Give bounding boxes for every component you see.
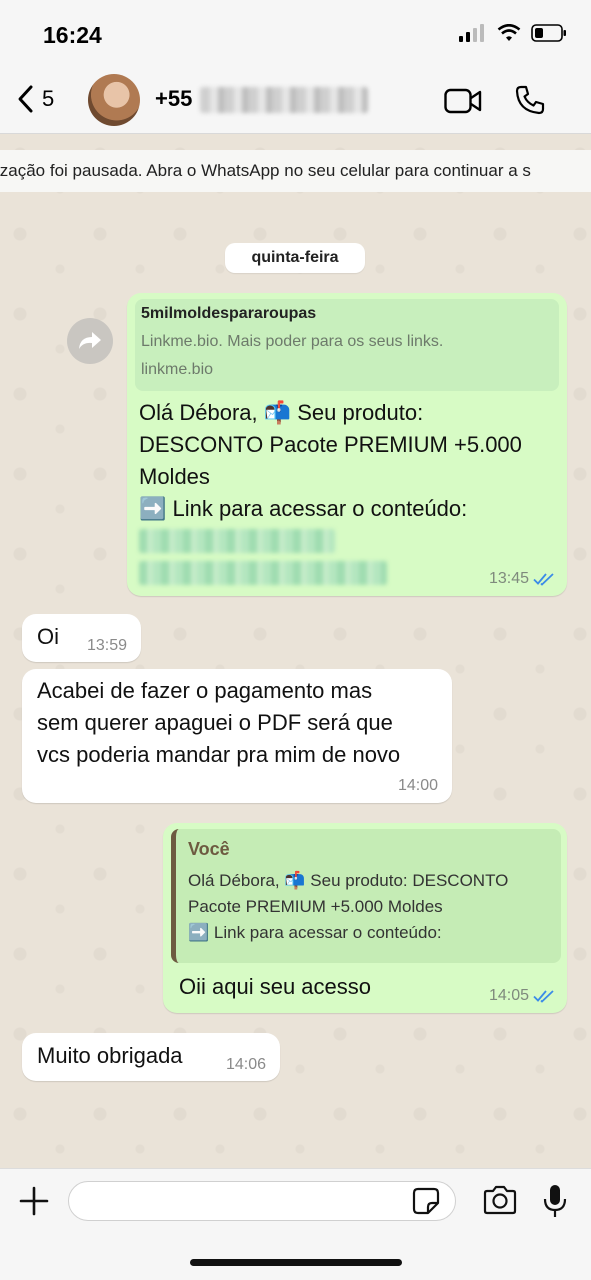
status-icons xyxy=(459,24,567,42)
message-outgoing-link[interactable]: 5milmoldespararoupas Linkme.bio. Mais po… xyxy=(127,293,567,596)
contact-name[interactable]: +55 xyxy=(155,86,192,112)
message-text: Olá Débora, 📬 Seu produto: DESCONTO Paco… xyxy=(139,397,522,525)
microphone-button[interactable] xyxy=(542,1183,568,1224)
camera-button[interactable] xyxy=(482,1185,518,1220)
plus-icon xyxy=(19,1186,49,1216)
back-button[interactable]: 5 xyxy=(16,84,54,114)
phone-icon xyxy=(515,85,545,115)
status-bar: 16:24 xyxy=(0,0,591,66)
double-check-icon xyxy=(533,573,554,586)
link-preview[interactable]: 5milmoldespararoupas Linkme.bio. Mais po… xyxy=(135,299,559,391)
attach-button[interactable] xyxy=(18,1185,50,1222)
sticker-icon xyxy=(412,1187,440,1215)
quote-text: Olá Débora, 📬 Seu produto: DESCONTO Paco… xyxy=(188,868,549,946)
quote-line: ➡️ Link para acessar o conteúdo: xyxy=(188,923,442,942)
link-preview-title: 5milmoldespararoupas xyxy=(141,305,317,322)
message-text: Oi xyxy=(37,624,59,649)
date-separator: quinta-feira xyxy=(225,243,365,273)
message-line: vcs poderia mandar pra mim de novo xyxy=(37,742,401,767)
message-line: Moldes xyxy=(139,464,210,489)
video-call-icon xyxy=(444,88,482,114)
message-incoming[interactable]: Muito obrigada 14:06 xyxy=(22,1033,280,1081)
redacted-link-line xyxy=(139,561,387,585)
chat-header: 5 +55 xyxy=(0,66,591,134)
camera-icon xyxy=(483,1185,517,1215)
message-time: 14:00 xyxy=(397,777,438,794)
message-time: 13:45 xyxy=(488,570,529,587)
quote-author: Você xyxy=(188,839,230,859)
home-indicator[interactable] xyxy=(190,1259,402,1266)
message-time: 14:06 xyxy=(225,1056,266,1073)
double-check-icon xyxy=(533,990,554,1003)
battery-icon xyxy=(531,24,566,42)
message-line: Olá Débora, 📬 Seu produto: xyxy=(139,400,424,425)
back-chevron-icon xyxy=(18,85,33,113)
message-text: Muito obrigada xyxy=(37,1043,183,1068)
sync-paused-text: ização foi pausada. Abra o WhatsApp no s… xyxy=(0,161,531,180)
message-line: sem querer apaguei o PDF será que xyxy=(37,710,393,735)
message-incoming[interactable]: Oi 13:59 xyxy=(22,614,141,662)
message-meta: 13:45 xyxy=(489,570,555,588)
video-call-button[interactable] xyxy=(444,88,482,119)
avatar[interactable] xyxy=(88,74,140,126)
forward-icon xyxy=(79,332,101,349)
status-time: 16:24 xyxy=(43,22,102,48)
unread-count: 5 xyxy=(42,86,55,111)
forward-button[interactable] xyxy=(67,318,113,364)
message-time: 14:05 xyxy=(488,987,529,1004)
quote-line: Olá Débora, 📬 Seu produto: DESCONTO xyxy=(188,871,509,890)
voice-call-button[interactable] xyxy=(514,84,546,121)
sticker-button[interactable] xyxy=(412,1187,440,1220)
sync-paused-banner: ização foi pausada. Abra o WhatsApp no s… xyxy=(0,150,591,192)
wifi-icon xyxy=(497,24,521,41)
message-text: Oii aqui seu acesso xyxy=(179,974,371,999)
microphone-icon xyxy=(543,1185,567,1217)
message-input[interactable] xyxy=(68,1181,456,1221)
message-meta: 14:05 xyxy=(489,987,555,1005)
redacted-link-line xyxy=(139,529,335,553)
message-line: Acabei de fazer o pagamento mas xyxy=(37,678,373,703)
message-time: 13:59 xyxy=(86,637,127,654)
contact-name-redacted xyxy=(200,87,368,113)
link-preview-description: Linkme.bio. Mais poder para os seus link… xyxy=(141,333,444,350)
quoted-message[interactable]: Você Olá Débora, 📬 Seu produto: DESCONTO… xyxy=(171,829,561,963)
message-text: Acabei de fazer o pagamento mas sem quer… xyxy=(37,675,400,771)
message-line: ➡️ Link para acessar o conteúdo: xyxy=(139,496,468,521)
signal-icon xyxy=(459,24,484,42)
message-outgoing-reply[interactable]: Você Olá Débora, 📬 Seu produto: DESCONTO… xyxy=(163,823,567,1013)
link-preview-domain: linkme.bio xyxy=(141,361,214,378)
message-incoming[interactable]: Acabei de fazer o pagamento mas sem quer… xyxy=(22,669,452,803)
quote-line: Pacote PREMIUM +5.000 Moldes xyxy=(188,897,443,916)
message-line: DESCONTO Pacote PREMIUM +5.000 xyxy=(139,432,522,457)
